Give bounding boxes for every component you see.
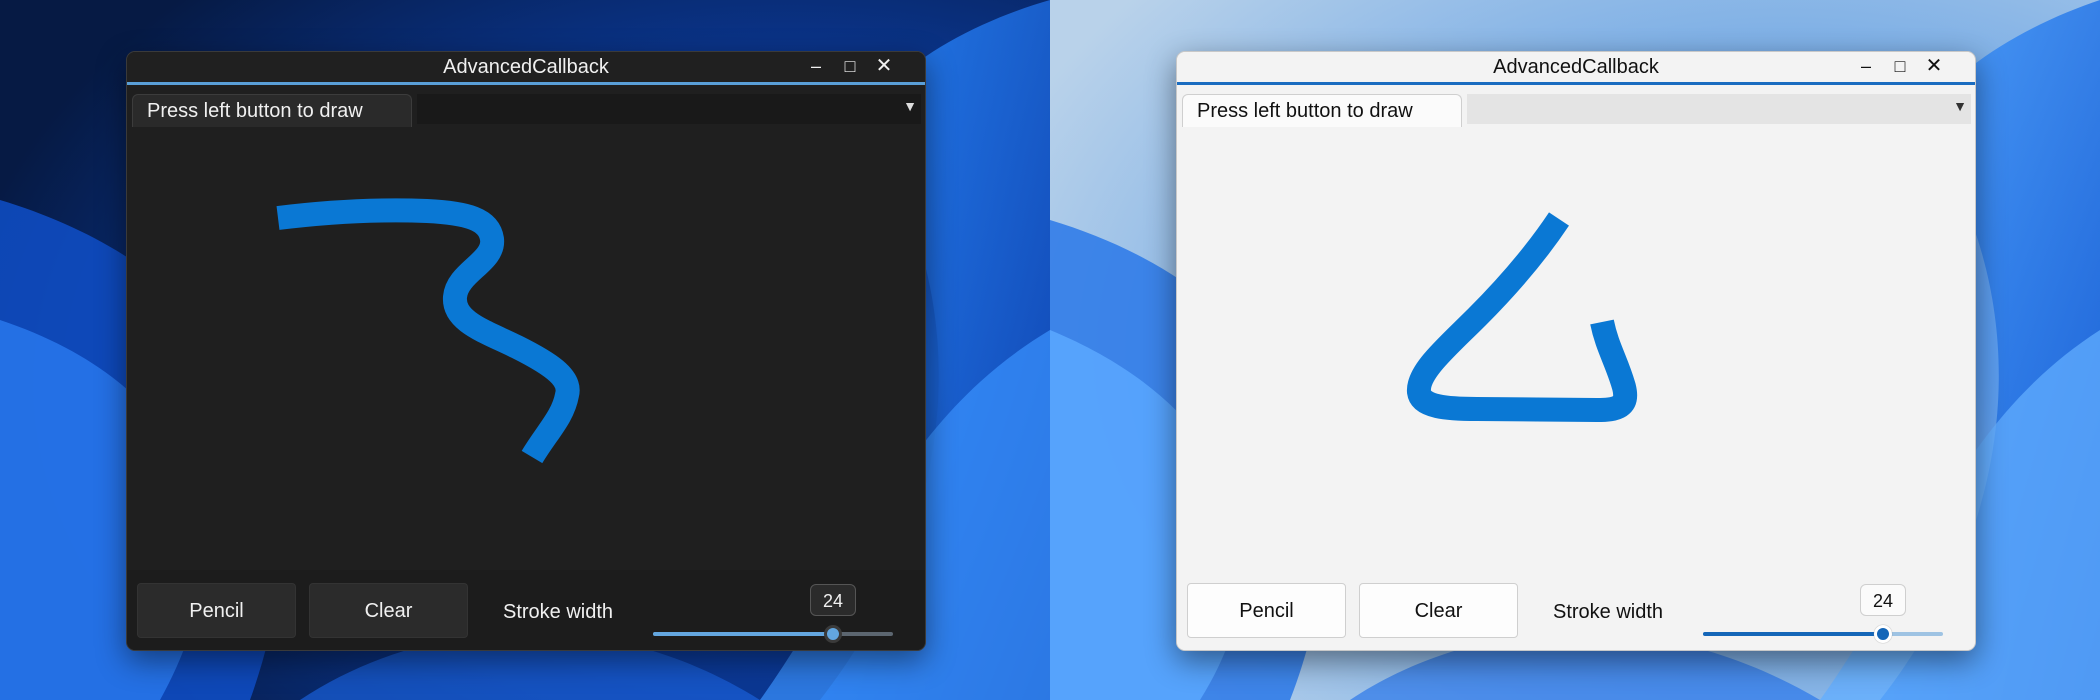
tab-strip: Press left button to draw ▼ — [127, 92, 925, 127]
tab-menu-icon[interactable]: ▼ — [1953, 98, 1967, 114]
tab-draw[interactable]: Press left button to draw — [132, 94, 412, 127]
clear-button[interactable]: Clear — [309, 583, 468, 638]
close-icon[interactable]: ✕ — [867, 54, 901, 78]
tab-bar-background — [1467, 94, 1971, 124]
drawn-stroke — [1407, 212, 1638, 422]
tab-strip: Press left button to draw ▼ — [1177, 92, 1975, 127]
slider-thumb[interactable] — [824, 625, 842, 643]
toolbar: Pencil Clear Stroke width 24 — [127, 570, 925, 650]
slider-fill — [653, 632, 833, 636]
stroke-width-slider[interactable]: 24 — [653, 584, 893, 643]
slider-value-tooltip: 24 — [810, 584, 856, 616]
toolbar: Pencil Clear Stroke width 24 — [1177, 570, 1975, 650]
slider-fill — [1703, 632, 1883, 636]
title-bar[interactable]: AdvancedCallback – □ ✕ — [127, 52, 925, 82]
minimize-icon[interactable]: – — [1849, 54, 1883, 78]
pencil-button[interactable]: Pencil — [1187, 583, 1346, 638]
stroke-width-label: Stroke width — [1553, 601, 1664, 623]
tab-menu-icon[interactable]: ▼ — [903, 98, 917, 114]
title-bar[interactable]: AdvancedCallback – □ ✕ — [1177, 52, 1975, 82]
clear-button[interactable]: Clear — [1359, 583, 1518, 638]
slider-value-tooltip: 24 — [1860, 584, 1906, 616]
minimize-icon[interactable]: – — [799, 54, 833, 78]
tab-bar-background — [417, 94, 921, 124]
stroke-width-label: Stroke width — [503, 601, 614, 623]
close-icon[interactable]: ✕ — [1917, 54, 1951, 78]
drawn-stroke — [276, 198, 580, 464]
drawing-canvas[interactable] — [127, 127, 925, 563]
title-accent-line — [127, 82, 925, 85]
pencil-button[interactable]: Pencil — [137, 583, 296, 638]
maximize-icon[interactable]: □ — [833, 54, 867, 78]
drawing-canvas[interactable] — [1177, 127, 1975, 563]
slider-thumb[interactable] — [1874, 625, 1892, 643]
stroke-width-slider[interactable]: 24 — [1703, 584, 1943, 643]
title-accent-line — [1177, 82, 1975, 85]
tab-draw[interactable]: Press left button to draw — [1182, 94, 1462, 127]
app-window-dark: AdvancedCallback – □ ✕ Press left button… — [126, 51, 926, 651]
app-window-light: AdvancedCallback – □ ✕ Press left button… — [1176, 51, 1976, 651]
maximize-icon[interactable]: □ — [1883, 54, 1917, 78]
